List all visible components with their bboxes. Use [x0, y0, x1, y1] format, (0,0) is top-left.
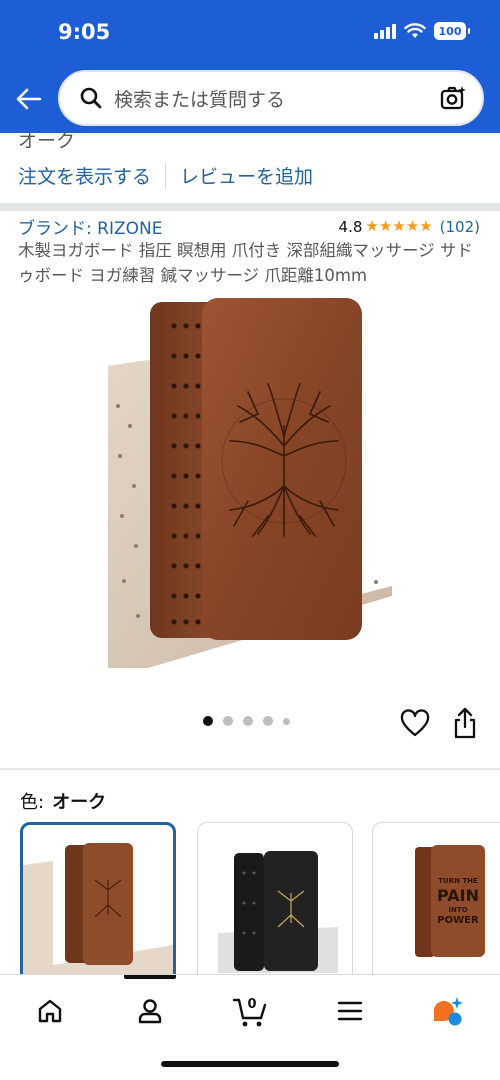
nav-account[interactable]	[130, 991, 170, 1031]
star-icon: ★	[392, 217, 406, 235]
home-icon	[38, 999, 62, 1023]
carousel-dot[interactable]	[263, 716, 273, 726]
camera-icon[interactable]	[438, 83, 468, 113]
header-bar: 9:05 100 検索または質問する	[0, 0, 500, 133]
search-bar[interactable]: 検索または質問する	[58, 70, 484, 126]
swatch-text: PAIN	[437, 886, 479, 905]
cart-icon: 0	[232, 997, 267, 1027]
swatch-text: TURN THE	[438, 877, 478, 885]
previous-variant-text: オーク	[18, 130, 76, 150]
selected-color-value: オーク	[52, 792, 107, 813]
back-button[interactable]	[14, 84, 44, 114]
arrow-left-icon	[16, 88, 42, 110]
carousel-dot[interactable]	[203, 716, 213, 726]
star-icon: ★	[419, 217, 433, 235]
carousel-dot[interactable]	[283, 717, 290, 725]
section-divider	[0, 203, 500, 211]
nav-menu[interactable]	[330, 991, 370, 1031]
color-variation-label: 色: オーク	[20, 788, 106, 814]
search-input[interactable]: 検索または質問する	[114, 85, 438, 112]
add-review-link[interactable]: レビューを追加	[180, 162, 313, 189]
brand-rating-row: ブランド: RIZONE 4.8 ★ ★ ★ ★ ★ (102)	[18, 214, 480, 240]
carousel-dot[interactable]	[243, 716, 253, 726]
swatch-text: INTO	[448, 906, 467, 914]
active-tab-indicator	[124, 975, 176, 979]
view-order-link[interactable]: 注文を表示する	[18, 162, 151, 189]
cart-count: 0	[247, 997, 256, 1012]
nav-cart[interactable]: 0	[230, 991, 270, 1031]
order-links: 注文を表示する レビューを追加	[18, 162, 313, 189]
status-icons: 100	[374, 22, 470, 40]
nav-home[interactable]	[30, 991, 70, 1031]
star-icon: ★	[378, 217, 393, 235]
brand-link[interactable]: ブランド: RIZONE	[18, 214, 162, 239]
rating-summary[interactable]: 4.8 ★ ★ ★ ★ ★ (102)	[339, 218, 480, 236]
menu-icon	[337, 1001, 363, 1021]
carousel-dot[interactable]	[223, 716, 233, 726]
signal-icon	[374, 23, 396, 39]
color-swatch-turn-the-pain[interactable]: TURN THE PAIN INTO POWER	[372, 822, 500, 982]
share-button[interactable]	[451, 707, 479, 739]
link-separator	[165, 162, 167, 189]
rufus-icon	[433, 997, 463, 1026]
account-icon	[138, 999, 162, 1024]
color-swatch-black[interactable]	[197, 822, 353, 982]
heart-icon	[400, 709, 430, 737]
search-icon	[78, 85, 104, 111]
status-time: 9:05	[58, 20, 111, 44]
product-image[interactable]	[108, 296, 392, 668]
battery-icon: 100	[434, 22, 470, 40]
wishlist-button[interactable]	[400, 709, 430, 739]
nav-rufus[interactable]	[428, 991, 468, 1031]
share-icon	[454, 707, 476, 739]
review-count[interactable]: (102)	[440, 218, 480, 236]
product-title: 木製ヨガボード 指圧 瞑想用 爪付き 深部組織マッサージ サドゥボード ヨガ練習…	[18, 241, 473, 285]
wifi-icon	[404, 23, 426, 38]
star-icon: ★	[365, 217, 379, 235]
color-swatch-oak[interactable]	[20, 822, 176, 982]
swatch-text: POWER	[437, 915, 479, 926]
star-rating: ★ ★ ★ ★ ★	[365, 219, 432, 234]
color-label-text: 色:	[20, 792, 45, 813]
rating-value: 4.8	[338, 217, 363, 236]
section-divider	[0, 768, 500, 770]
image-carousel-indicator[interactable]	[203, 716, 290, 726]
home-indicator	[161, 1061, 339, 1067]
star-icon: ★	[405, 217, 420, 235]
